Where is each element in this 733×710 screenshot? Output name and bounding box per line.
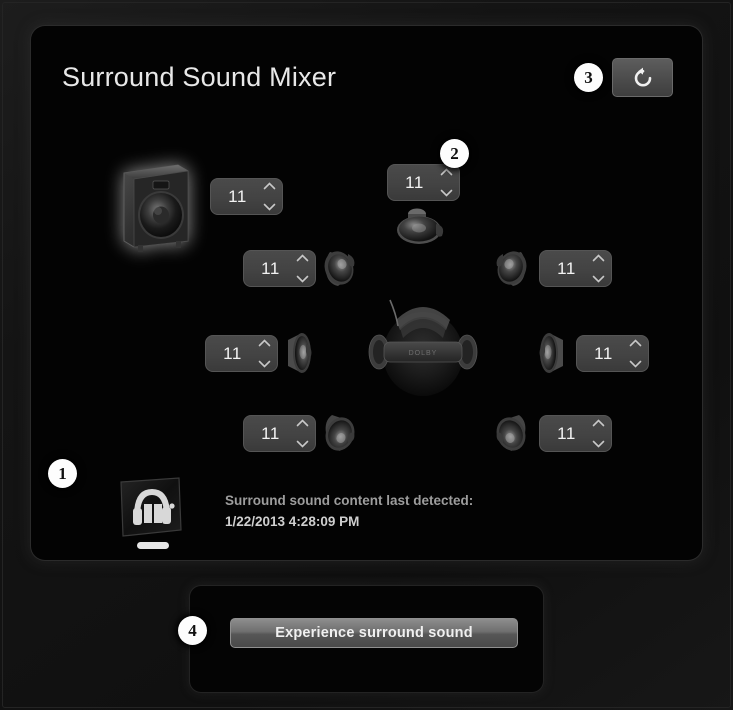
rear-left-spinner[interactable]: 11 xyxy=(243,415,316,452)
callout-badge-3: 3 xyxy=(574,63,603,92)
side-left-spinner-arrows xyxy=(255,336,277,371)
rear-left-speaker-icon xyxy=(322,413,360,458)
front-left-spinner[interactable]: 11 xyxy=(243,250,316,287)
chevron-down-icon[interactable] xyxy=(592,270,605,288)
status-timestamp: 1/22/2013 4:28:09 PM xyxy=(225,514,360,529)
chevron-down-icon[interactable] xyxy=(296,270,309,288)
surround-mixer-panel: Surround Sound Mixer 11 11 11 11 11 11 1… xyxy=(31,26,702,560)
svg-text:DOLBY: DOLBY xyxy=(409,350,438,357)
listener-head-with-headphones-icon: DOLBY xyxy=(366,292,480,406)
front-left-speaker-icon xyxy=(322,248,360,293)
center-value: 11 xyxy=(405,172,424,192)
status-message: Surround sound content last detected: 1/… xyxy=(225,490,473,532)
chevron-up-icon[interactable] xyxy=(629,334,642,352)
dolby-headphone-logo[interactable] xyxy=(115,476,187,554)
front-right-spinner-arrows xyxy=(589,251,611,286)
chevron-up-icon[interactable] xyxy=(592,414,605,432)
subwoofer-icon xyxy=(116,157,194,254)
chevron-up-icon[interactable] xyxy=(296,249,309,267)
chevron-up-icon[interactable] xyxy=(296,414,309,432)
reset-button[interactable] xyxy=(612,58,673,97)
side-right-value: 11 xyxy=(594,343,613,363)
experience-surround-sound-button[interactable]: Experience surround sound xyxy=(230,618,518,648)
chevron-down-icon[interactable] xyxy=(592,435,605,453)
front-right-value: 11 xyxy=(557,258,576,278)
callout-badge-4: 4 xyxy=(178,616,207,645)
rear-right-spinner-arrows xyxy=(589,416,611,451)
center-speaker-icon xyxy=(396,208,454,251)
rear-right-spinner[interactable]: 11 xyxy=(539,415,612,452)
chevron-down-icon[interactable] xyxy=(263,198,276,216)
rear-right-speaker-icon xyxy=(491,413,529,458)
subwoofer-spinner[interactable]: 11 xyxy=(210,178,283,215)
chevron-down-icon[interactable] xyxy=(440,184,453,202)
side-left-speaker-icon xyxy=(282,332,316,379)
callout-badge-1: 1 xyxy=(48,459,77,488)
status-label: Surround sound content last detected: xyxy=(225,493,474,508)
subwoofer-value: 11 xyxy=(228,186,247,206)
front-right-spinner[interactable]: 11 xyxy=(539,250,612,287)
rear-left-value: 11 xyxy=(261,423,280,443)
chevron-up-icon[interactable] xyxy=(263,177,276,195)
side-left-value: 11 xyxy=(223,343,242,363)
side-right-spinner-arrows xyxy=(626,336,648,371)
chevron-down-icon[interactable] xyxy=(629,355,642,373)
chevron-up-icon[interactable] xyxy=(592,249,605,267)
chevron-down-icon[interactable] xyxy=(258,355,271,373)
rear-left-spinner-arrows xyxy=(293,416,315,451)
front-right-speaker-icon xyxy=(491,248,529,293)
front-left-spinner-arrows xyxy=(293,251,315,286)
side-left-spinner[interactable]: 11 xyxy=(205,335,278,372)
rear-right-value: 11 xyxy=(557,423,576,443)
callout-badge-2: 2 xyxy=(440,139,469,168)
reset-circular-arrow-icon xyxy=(631,66,655,90)
side-right-speaker-icon xyxy=(535,332,569,379)
center-spinner-arrows xyxy=(437,165,459,200)
page-title: Surround Sound Mixer xyxy=(62,62,337,92)
side-right-spinner[interactable]: 11 xyxy=(576,335,649,372)
front-left-value: 11 xyxy=(261,258,280,278)
chevron-up-icon[interactable] xyxy=(258,334,271,352)
subwoofer-spinner-arrows xyxy=(260,179,282,214)
chevron-down-icon[interactable] xyxy=(296,435,309,453)
center-speaker-spinner[interactable]: 11 xyxy=(387,164,460,201)
